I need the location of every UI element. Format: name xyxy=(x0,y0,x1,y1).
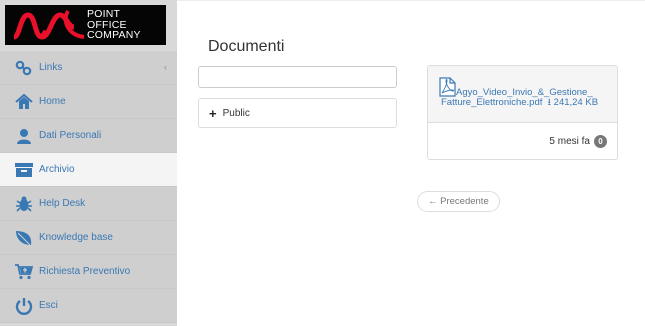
sidebar-item-richiesta-preventivo[interactable]: Richiesta Preventivo xyxy=(0,255,177,289)
sidebar-item-label: Esci xyxy=(39,300,58,311)
sidebar-item-label: Dati Personali xyxy=(39,130,102,141)
sidebar-item-esci[interactable]: Esci xyxy=(0,289,177,323)
file-age: 5 mesi fa xyxy=(549,136,590,147)
file-name-link[interactable]: Fatture_Elettroniche.pdf xyxy=(441,97,542,108)
sidebar-item-links[interactable]: Links ‹ xyxy=(0,51,177,85)
file-size: 241,24 KB xyxy=(553,97,599,108)
download-icon[interactable]: ⭳ xyxy=(545,97,551,108)
sidebar-item-archivio[interactable]: Archivio xyxy=(0,153,177,187)
user-icon xyxy=(15,127,33,145)
logo-wordmark: POINT OFFICE COMPANY xyxy=(87,9,141,41)
folder-label: Public xyxy=(222,107,250,119)
sidebar-item-help-desk[interactable]: Help Desk xyxy=(0,187,177,221)
archive-icon xyxy=(15,161,33,179)
folder-item-public[interactable]: + Public xyxy=(198,98,397,128)
sidebar-item-label: Links xyxy=(39,62,63,73)
sidebar-item-label: Knowledge base xyxy=(39,232,113,243)
sidebar-item-label: Archivio xyxy=(39,164,75,175)
file-card-footer: 5 mesi fa 0 xyxy=(549,135,607,148)
pdf-file-icon[interactable] xyxy=(439,77,456,97)
sidebar-item-knowledge-base[interactable]: Knowledge base xyxy=(0,221,177,255)
cart-icon xyxy=(15,263,33,281)
previous-page-button[interactable]: ← Precedente xyxy=(417,191,500,212)
brand-logo[interactable]: POINT OFFICE COMPANY xyxy=(5,5,166,45)
sidebar: POINT OFFICE COMPANY Links ‹ Home Dati P… xyxy=(0,0,177,326)
logo-mark-icon xyxy=(12,9,85,40)
bug-icon xyxy=(15,195,33,213)
sidebar-item-label: Home xyxy=(39,96,66,107)
leaf-icon xyxy=(15,229,33,247)
sidebar-nav: Links ‹ Home Dati Personali Archivio Hel… xyxy=(0,51,177,323)
file-card-body: Agyo_Video_Invio_&_Gestione_ Fatture_Ele… xyxy=(428,66,617,123)
sidebar-item-label: Richiesta Preventivo xyxy=(39,266,131,277)
page-title: Documenti xyxy=(208,38,285,55)
plus-icon: + xyxy=(209,105,217,121)
sidebar-item-dati-personali[interactable]: Dati Personali xyxy=(0,119,177,153)
search-input[interactable] xyxy=(198,66,397,88)
file-name-continuation[interactable]: Fatture_Elettroniche.pdf ⭳ 241,24 KB xyxy=(441,98,598,108)
top-divider xyxy=(177,0,645,1)
logo-line: COMPANY xyxy=(87,29,141,41)
chevron-left-icon[interactable]: ‹ xyxy=(164,62,167,72)
links-icon xyxy=(15,59,33,77)
file-card: Agyo_Video_Invio_&_Gestione_ Fatture_Ele… xyxy=(427,65,618,160)
home-icon xyxy=(15,93,33,111)
count-badge: 0 xyxy=(594,135,607,148)
sidebar-item-home[interactable]: Home xyxy=(0,85,177,119)
power-icon xyxy=(15,297,33,315)
sidebar-item-label: Help Desk xyxy=(39,198,86,209)
logo-line: POINT xyxy=(87,8,121,20)
